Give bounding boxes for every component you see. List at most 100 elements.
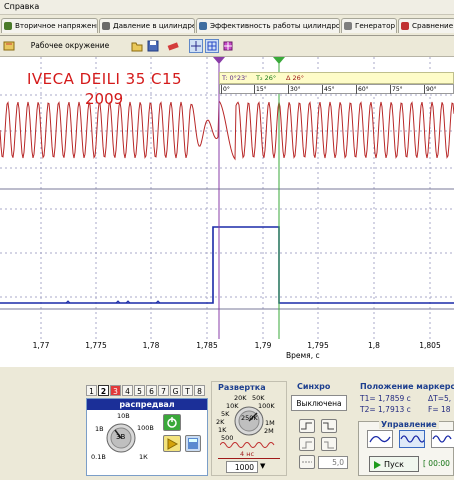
marker-position-title: Положение маркеров bbox=[360, 382, 454, 391]
settings-icon[interactable] bbox=[2, 39, 16, 53]
channel-tab-5[interactable]: 5 bbox=[134, 385, 145, 396]
delta-angle-label: Δ 26° bbox=[286, 74, 305, 82]
oscillogram-svg bbox=[0, 57, 454, 339]
camshaft-pulse-trace bbox=[0, 226, 454, 304]
channel-tab-1[interactable]: 1 bbox=[86, 385, 97, 396]
single-mode-button[interactable] bbox=[367, 430, 393, 448]
calculator-icon[interactable] bbox=[185, 435, 201, 452]
marker-info-bar: T: 0°23' T₂ 26° Δ 26° bbox=[219, 72, 454, 84]
channel-tab-6[interactable]: 6 bbox=[146, 385, 157, 396]
channel-tab-t[interactable]: T bbox=[182, 385, 193, 396]
volt-label: 100В bbox=[137, 424, 154, 432]
tab-comparison[interactable]: Сравнение bbox=[398, 18, 454, 33]
toolbar: Рабочее окружение bbox=[0, 36, 454, 57]
sync-group: Синхро Выключена 5,0 bbox=[289, 381, 351, 476]
t2-value: T2= 1,7913 с bbox=[360, 405, 411, 414]
time-underline bbox=[218, 458, 280, 459]
points-dropdown-icon[interactable]: ▼ bbox=[260, 462, 265, 470]
eraser-icon[interactable] bbox=[166, 39, 180, 53]
sweep-label: 5K bbox=[221, 410, 230, 418]
sweep-label: 1M bbox=[265, 419, 275, 427]
degree-tick: 90° bbox=[424, 85, 437, 94]
play-channel-button[interactable] bbox=[163, 435, 181, 452]
degree-scale: 0° 15° 30° 45° 60° 75° 90° bbox=[219, 84, 454, 94]
degree-tick: 30° bbox=[288, 85, 301, 94]
degree-tick: 75° bbox=[390, 85, 403, 94]
degree-tick: 15° bbox=[254, 85, 267, 94]
control-group: Управление Пуск [ 00:00 bbox=[358, 420, 454, 476]
volt-value: 3В bbox=[116, 433, 126, 441]
vehicle-year: 2009 bbox=[85, 90, 124, 108]
t1-angle-value: 0°23' bbox=[229, 74, 247, 82]
control-title: Управление bbox=[379, 420, 439, 429]
sweep-group: Развертка 20K 50K 10K 100K 5K 2K 1M 1K 2… bbox=[211, 381, 287, 476]
sweep-title: Развертка bbox=[218, 383, 266, 392]
sweep-label: 20K bbox=[234, 394, 247, 402]
sync-level-icon[interactable] bbox=[299, 455, 315, 469]
signal-sine-trace bbox=[0, 99, 454, 161]
x-tick-label: 1,8 bbox=[368, 341, 380, 350]
generator-icon bbox=[344, 22, 352, 30]
rising-edge-icon[interactable] bbox=[299, 419, 315, 433]
x-tick-label: 1,805 bbox=[419, 341, 441, 350]
x-tick-label: 1,795 bbox=[307, 341, 329, 350]
menu-bar: Справка bbox=[0, 0, 454, 15]
play-icon bbox=[374, 461, 381, 469]
x-axis-caption: Время, с bbox=[286, 351, 320, 360]
t1-value: T1= 1,7859 с bbox=[360, 394, 411, 403]
marker-tool-icon[interactable] bbox=[189, 39, 203, 53]
x-tick-label: 1,79 bbox=[254, 341, 272, 350]
comparison-icon bbox=[401, 22, 409, 30]
falling-edge-icon[interactable] bbox=[321, 419, 337, 433]
channel-name: распредвал bbox=[87, 399, 207, 410]
channel-tab-8[interactable]: 8 bbox=[194, 385, 205, 396]
cylinder-pressure-icon bbox=[102, 22, 110, 30]
sync-option2-icon[interactable] bbox=[321, 437, 337, 451]
sweep-label: 2M bbox=[264, 427, 274, 435]
tab-cylinder-efficiency[interactable]: Эффективность работы цилиндров bbox=[196, 18, 340, 33]
menu-help[interactable]: Справка bbox=[4, 2, 39, 11]
sync-title: Синхро bbox=[297, 382, 331, 391]
channel-tab-4[interactable]: 4 bbox=[122, 385, 133, 396]
t1-angle-label: T: 0°23' bbox=[222, 74, 247, 82]
layout-icon[interactable] bbox=[221, 39, 235, 53]
tab-strip: Вторичное напряжение Давление в цилиндре… bbox=[0, 15, 454, 36]
sync-mode-select[interactable]: Выключена bbox=[291, 395, 347, 411]
environment-selector[interactable]: Рабочее окружение bbox=[18, 39, 122, 53]
x-axis: 1,77 1,775 1,78 1,785 1,79 1,795 1,8 1,8… bbox=[0, 339, 454, 367]
degree-tick: 60° bbox=[356, 85, 369, 94]
oscillogram-plot[interactable] bbox=[0, 57, 454, 367]
sweep-knob-value: 250K bbox=[241, 414, 258, 422]
degree-tick: 0° bbox=[221, 85, 230, 94]
open-icon[interactable] bbox=[130, 39, 144, 53]
save-icon[interactable] bbox=[146, 39, 160, 53]
x-tick-label: 1,78 bbox=[142, 341, 160, 350]
tab-cylinder-pressure[interactable]: Давление в цилиндре bbox=[99, 18, 195, 33]
marker2-handle-icon[interactable] bbox=[273, 57, 285, 65]
power-button[interactable] bbox=[163, 414, 181, 431]
channel-tab-2[interactable]: 2 bbox=[98, 385, 109, 396]
channel-tab-g[interactable]: G bbox=[170, 385, 181, 396]
grid-icon[interactable] bbox=[205, 39, 219, 53]
channel-tab-7[interactable]: 7 bbox=[158, 385, 169, 396]
t2-angle-value: 26° bbox=[264, 74, 277, 82]
points-input[interactable]: 1000 bbox=[226, 461, 258, 473]
sweep-label: 2K bbox=[216, 418, 225, 426]
sweep-label: 50K bbox=[252, 394, 265, 402]
sync-option-icon[interactable] bbox=[299, 437, 315, 451]
tab-generator[interactable]: Генератор bbox=[341, 18, 397, 33]
x-tick-label: 1,785 bbox=[196, 341, 218, 350]
tab-secondary-voltage[interactable]: Вторичное напряжение bbox=[1, 18, 98, 33]
x-tick-label: 1,77 bbox=[32, 341, 50, 350]
sweep-wave-icon bbox=[220, 442, 275, 448]
channel-tab-3[interactable]: 3 bbox=[110, 385, 121, 396]
volt-label: 1В bbox=[95, 425, 104, 433]
cylinder-efficiency-icon bbox=[199, 22, 207, 30]
start-button[interactable]: Пуск bbox=[369, 456, 419, 472]
vehicle-title: IVECA DEILI 35 C15 bbox=[27, 70, 183, 88]
continuous-mode-button[interactable] bbox=[399, 430, 426, 448]
sync-level-input[interactable]: 5,0 bbox=[318, 456, 348, 469]
volt-label: 10В bbox=[117, 412, 130, 420]
record-mode-button[interactable] bbox=[431, 430, 454, 448]
marker1-handle-icon[interactable] bbox=[213, 57, 225, 65]
